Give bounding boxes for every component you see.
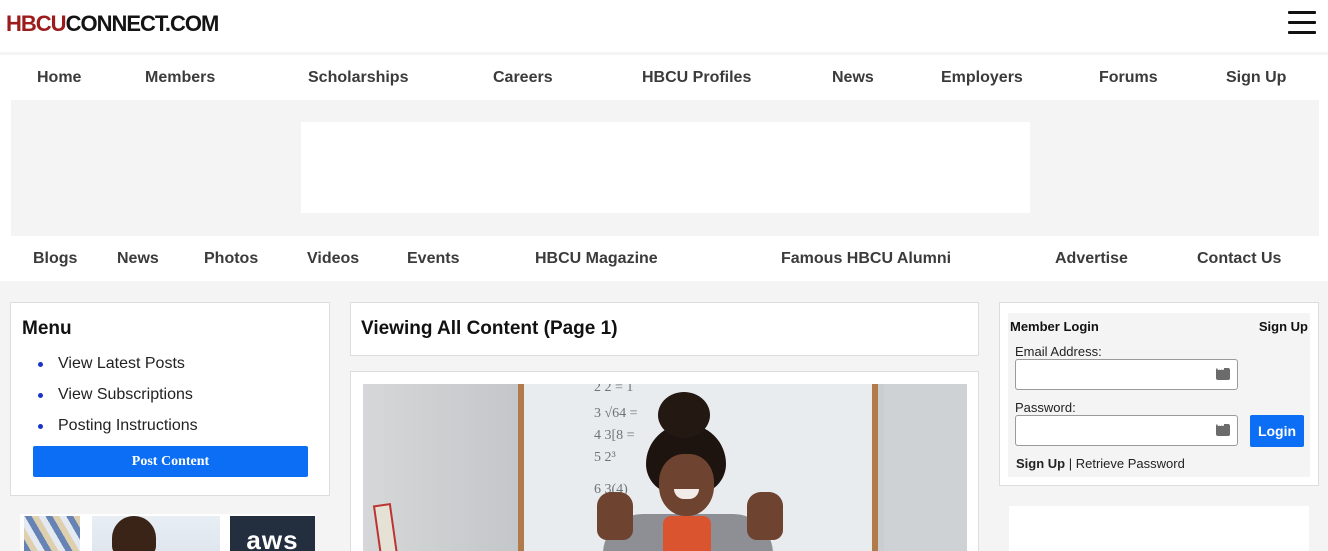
nav-sign-up[interactable]: Sign Up [1226,55,1286,100]
nav-blogs[interactable]: Blogs [33,236,77,281]
nav-careers[interactable]: Careers [493,55,553,100]
nav-scholarships[interactable]: Scholarships [308,55,408,100]
nav-photos[interactable]: Photos [204,236,258,281]
sidebar-ad-slot[interactable] [1009,506,1309,551]
promo-pattern-image [24,516,80,551]
nav-famous-hbcu-alumni[interactable]: Famous HBCU Alumni [781,236,951,281]
logo-text-connect: CONNECT.COM [65,11,220,36]
logo-text: HBCUCONNECT.COM [6,11,220,36]
menu-item-view-latest-posts[interactable]: View Latest Posts [36,353,198,384]
post-content-button[interactable]: Post Content [33,446,308,477]
post-photo[interactable]: 2 2 = 1 3 √64 = 4 3[8 = 5 2³ 6 3(4) [363,384,967,551]
nav-advertise[interactable]: Advertise [1055,236,1128,281]
nav-members[interactable]: Members [145,55,215,100]
login-button[interactable]: Login [1250,415,1304,447]
banner-ad-slot[interactable] [301,122,1030,213]
banner-ad-area [11,100,1319,236]
content-card: 2 2 = 1 3 √64 = 4 3[8 = 5 2³ 6 3(4) [350,371,979,551]
nav-forums[interactable]: Forums [1099,55,1158,100]
sign-up-link[interactable]: Sign Up [1016,456,1065,471]
site-logo[interactable]: HBCUCONNECT.COM [6,4,219,44]
nav-hbcu-magazine[interactable]: HBCU Magazine [535,236,658,281]
header: HBCUCONNECT.COM [0,0,1328,52]
link-separator: | [1065,456,1076,471]
nav-videos[interactable]: Videos [307,236,359,281]
menu-item-view-subscriptions[interactable]: View Subscriptions [36,384,198,415]
nav-hbcu-profiles[interactable]: HBCU Profiles [642,55,751,100]
nav-contact-us[interactable]: Contact Us [1197,236,1281,281]
hamburger-menu-icon[interactable] [1288,11,1318,41]
password-label: Password: [1015,400,1076,415]
logo-text-hbcu: HBCU [6,11,67,36]
whiteboard-line: 2 2 = 1 [594,384,634,395]
promo-person-image [92,516,220,551]
nav-home[interactable]: Home [37,55,81,100]
retrieve-password-link[interactable]: Retrieve Password [1076,456,1185,471]
login-sign-up-link[interactable]: Sign Up [1259,319,1308,334]
email-field[interactable] [1015,359,1238,390]
email-label: Email Address: [1015,344,1102,359]
nav-news[interactable]: News [832,55,874,100]
member-login-panel: Member Login Sign Up Email Address: Pass… [999,302,1319,486]
whiteboard-line: 4 3[8 = [594,428,635,443]
nav-events[interactable]: Events [407,236,459,281]
login-heading: Member Login [1010,319,1099,334]
password-manager-icon[interactable] [1216,364,1230,380]
promo-banner[interactable]: aws [20,514,315,551]
password-field[interactable] [1015,415,1238,446]
aws-logo: aws [230,516,315,551]
whiteboard-line: 3 √64 = [594,406,638,421]
sidebar-menu: Menu View Latest Posts View Subscription… [10,302,330,496]
nav-employers[interactable]: Employers [941,55,1023,100]
menu-item-posting-instructions[interactable]: Posting Instructions [36,415,198,446]
menu-list: View Latest Posts View Subscriptions Pos… [36,353,198,446]
whiteboard-line: 5 2³ [594,450,616,465]
content-header: Viewing All Content (Page 1) [350,302,979,356]
login-links: Sign Up | Retrieve Password [1016,456,1185,471]
nav-news-2[interactable]: News [117,236,159,281]
menu-title: Menu [22,318,72,339]
page-title: Viewing All Content (Page 1) [361,318,618,339]
secondary-nav: Blogs News Photos Videos Events HBCU Mag… [11,236,1319,281]
primary-nav: Home Members Scholarships Careers HBCU P… [11,55,1319,100]
password-manager-icon[interactable] [1216,420,1230,436]
